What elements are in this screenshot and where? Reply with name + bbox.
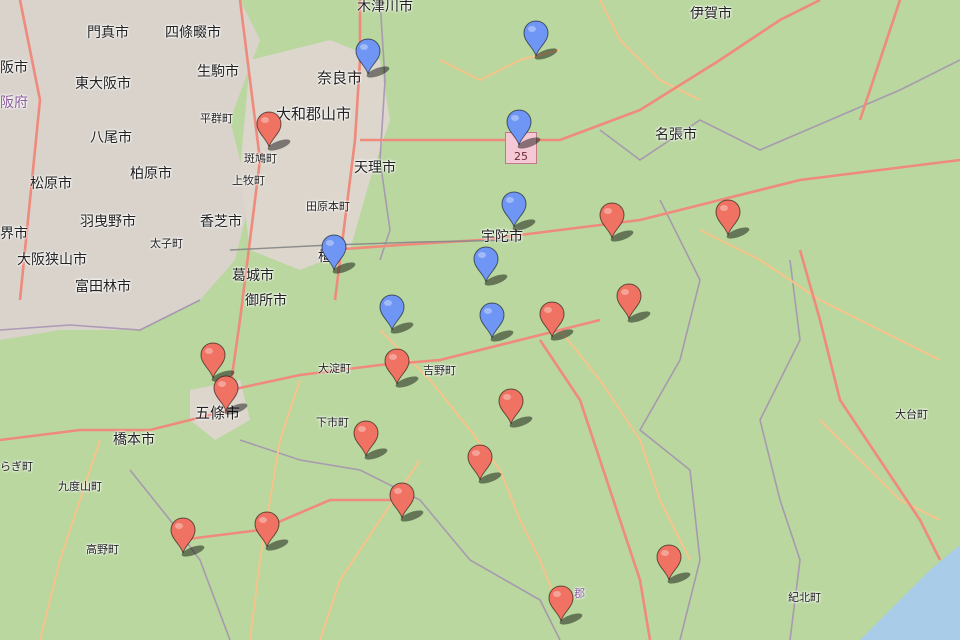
marker-kawakami[interactable] (497, 388, 533, 428)
place-label-hashimoto: 橋本市 (113, 432, 155, 448)
place-label-matsubara: 松原市 (30, 176, 72, 192)
marker-kashihara[interactable] (320, 234, 356, 274)
place-label-taishi: 太子町 (150, 237, 183, 250)
marker-ikaruga[interactable] (255, 111, 291, 151)
marker-nabari-south[interactable] (714, 199, 750, 239)
place-label-osaka-fu: 阪府 (0, 95, 28, 111)
place-label-katsuragi: 葛城市 (232, 268, 274, 284)
map-pin-icon (616, 283, 651, 323)
marker-kurotaki[interactable] (466, 444, 502, 484)
map-pin-icon (501, 191, 536, 231)
map-pin-icon (213, 375, 248, 415)
place-label-oyodo: 大淀町 (318, 362, 351, 375)
map-pin-icon (498, 388, 533, 428)
map-pin-icon (321, 234, 356, 274)
marker-yoshino-west[interactable] (378, 294, 414, 334)
map-pin-icon (506, 109, 541, 149)
place-label-habikino: 羽曳野市 (80, 214, 136, 230)
place-label-shimoichi: 下市町 (316, 416, 349, 429)
map-pin-icon (479, 302, 514, 342)
marker-gojo[interactable] (212, 375, 248, 415)
map-view[interactable]: 25 木津川市 伊賀市 門真市 四條畷市 阪市 東大阪市 生駒市 奈良市 阪府 … (0, 0, 960, 640)
map-pin-icon (379, 294, 414, 334)
marker-uda-east[interactable] (598, 202, 634, 242)
marker-nara-north[interactable] (354, 38, 390, 78)
place-label-koya: 高野町 (86, 543, 119, 556)
place-label-gose: 御所市 (245, 293, 287, 309)
marker-nosegawa[interactable] (253, 511, 289, 551)
marker-higashi-yoshino[interactable] (615, 283, 651, 323)
marker-shimoichi[interactable] (352, 420, 388, 460)
place-label-kashiba: 香芝市 (200, 214, 242, 230)
map-pin-icon (599, 202, 634, 242)
map-pin-icon (256, 111, 291, 151)
map-pin-icon (523, 20, 558, 60)
place-label-katsuragi-cho: らぎ町 (0, 460, 33, 473)
place-label-nabari: 名張市 (655, 127, 697, 143)
place-label-yoshino: 吉野町 (423, 364, 456, 377)
marker-totsukawa[interactable] (547, 585, 583, 625)
marker-yoshino-river[interactable] (538, 301, 574, 341)
marker-uda-north[interactable] (500, 191, 536, 231)
marker-yoshino-town[interactable] (383, 348, 419, 388)
place-label-kihoku: 紀北町 (788, 591, 821, 604)
map-pin-icon (355, 38, 390, 78)
marker-yoshino-east[interactable] (478, 302, 514, 342)
marker-tenkawa[interactable] (388, 482, 424, 522)
place-label-heguri: 平群町 (200, 112, 233, 125)
place-label-osaka: 阪市 (0, 60, 28, 76)
map-pin-icon (170, 517, 205, 557)
place-label-sakai: 界市 (0, 226, 28, 242)
place-label-yao: 八尾市 (90, 130, 132, 146)
route-number: 25 (514, 150, 528, 163)
marker-route25[interactable] (505, 109, 541, 149)
marker-kamikitayama[interactable] (655, 544, 691, 584)
map-pin-icon (254, 511, 289, 551)
map-pin-icon (473, 246, 508, 286)
place-label-odai: 大台町 (895, 408, 928, 421)
place-label-higashiosaka: 東大阪市 (75, 76, 131, 92)
map-pin-icon (467, 444, 502, 484)
place-label-tondabayashi: 富田林市 (75, 279, 131, 295)
place-label-osakasayama: 大阪狭山市 (17, 252, 87, 268)
place-label-kadoma: 門真市 (87, 25, 129, 41)
place-label-yamatokoriyama: 大和郡山市 (276, 105, 352, 123)
place-label-kanmaki: 上牧町 (232, 174, 265, 187)
marker-northeast[interactable] (522, 20, 558, 60)
map-pin-icon (548, 585, 583, 625)
place-label-iga: 伊賀市 (690, 6, 732, 22)
place-label-kashiwara: 柏原市 (130, 166, 172, 182)
place-label-kizugawa: 木津川市 (357, 0, 413, 15)
map-pin-icon (389, 482, 424, 522)
map-pin-icon (384, 348, 419, 388)
marker-koya-east[interactable] (169, 517, 205, 557)
place-label-ikaruga: 斑鳩町 (244, 152, 277, 165)
place-label-ikoma: 生駒市 (197, 64, 239, 80)
map-pin-icon (539, 301, 574, 341)
map-pin-icon (353, 420, 388, 460)
map-pin-icon (715, 199, 750, 239)
place-label-shijonawate: 四條畷市 (165, 25, 221, 41)
place-label-tenri: 天理市 (354, 160, 396, 176)
marker-uda-south[interactable] (472, 246, 508, 286)
map-pin-icon (656, 544, 691, 584)
place-label-tawaramoto: 田原本町 (306, 200, 350, 213)
place-label-kudoyama: 九度山町 (58, 480, 102, 493)
